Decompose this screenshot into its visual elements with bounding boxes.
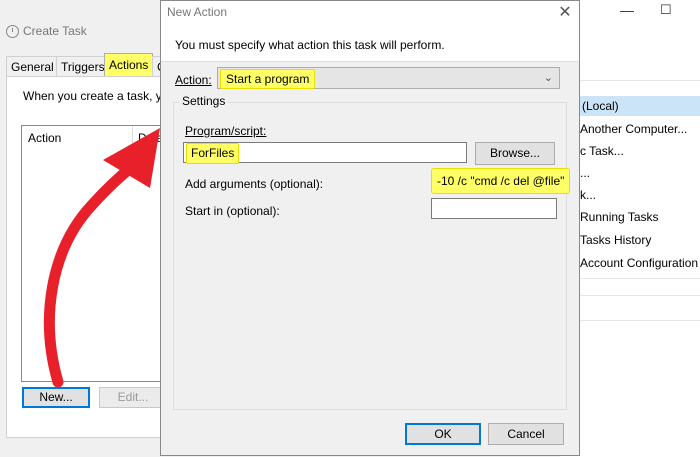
- tab-label: Triggers: [61, 60, 105, 74]
- start-in-label: Start in (optional):: [185, 204, 280, 218]
- actions-item-create-task[interactable]: ...: [580, 163, 590, 183]
- action-label: Action:: [175, 73, 212, 87]
- tab-triggers[interactable]: Triggers: [56, 56, 110, 77]
- task-scheduler-window: — ☐ (Local) Another Computer... c Task..…: [560, 0, 700, 457]
- action-label-text: Action:: [175, 73, 212, 87]
- new-action-dialog: New Action ✕ You must specify what actio…: [160, 0, 580, 456]
- program-script-input[interactable]: ForFiles: [183, 142, 467, 164]
- maximize-icon[interactable]: ☐: [660, 2, 672, 18]
- column-header-action[interactable]: Action: [28, 131, 61, 145]
- actions-description: When you create a task, you: [23, 89, 176, 103]
- action-select[interactable]: Start a program ⌄: [217, 67, 560, 89]
- actions-item-local[interactable]: (Local): [560, 96, 700, 116]
- tab-label: General: [11, 60, 54, 74]
- actions-table[interactable]: Action Deta: [21, 125, 183, 382]
- pane-divider: [580, 278, 700, 279]
- close-icon[interactable]: ✕: [558, 2, 572, 22]
- program-script-value: ForFiles: [186, 143, 240, 164]
- cancel-button[interactable]: Cancel: [488, 423, 564, 445]
- chevron-down-icon: ⌄: [543, 72, 553, 84]
- task-scheduler-titlebar: — ☐: [560, 0, 700, 28]
- actions-item-connect[interactable]: Another Computer...: [580, 119, 687, 139]
- dialog-title: New Action: [167, 5, 228, 19]
- minimize-icon[interactable]: —: [620, 2, 634, 18]
- tab-label: Actions: [109, 58, 149, 72]
- action-select-value: Start a program: [220, 69, 316, 89]
- program-script-label: Program/script:: [185, 124, 267, 138]
- create-task-window: Create Task General Triggers Actions C W…: [0, 0, 183, 456]
- tab-general[interactable]: General: [6, 56, 59, 77]
- actions-item-running-tasks[interactable]: Running Tasks: [580, 207, 659, 227]
- column-separator: [132, 126, 133, 148]
- arguments-input[interactable]: -10 /c "cmd /c del @file": [431, 168, 571, 194]
- actions-item-import-task[interactable]: k...: [580, 185, 596, 205]
- actions-item-create-basic-task[interactable]: c Task...: [580, 141, 624, 161]
- start-in-input[interactable]: [431, 198, 557, 219]
- browse-button[interactable]: Browse...: [475, 142, 555, 165]
- new-action-button[interactable]: New...: [22, 387, 90, 408]
- create-task-title: Create Task: [23, 24, 87, 38]
- arguments-value: -10 /c "cmd /c del @file": [431, 168, 571, 194]
- edit-action-button[interactable]: Edit...: [99, 387, 167, 408]
- dialog-titlebar: New Action ✕: [161, 1, 579, 27]
- ok-button[interactable]: OK: [405, 423, 481, 445]
- settings-title: Settings: [179, 94, 229, 108]
- dialog-message: You must specify what action this task w…: [175, 38, 445, 52]
- dialog-header: You must specify what action this task w…: [161, 27, 579, 62]
- tab-actions[interactable]: Actions: [104, 53, 154, 77]
- actions-tab-panel: When you create a task, you Action Deta …: [6, 76, 183, 438]
- clock-icon: [6, 25, 19, 38]
- actions-item-account-configuration[interactable]: Account Configuration: [580, 253, 698, 273]
- actions-item-tasks-history[interactable]: Tasks History: [580, 230, 651, 250]
- arguments-label: Add arguments (optional):: [185, 177, 324, 191]
- pane-divider: [580, 320, 700, 321]
- pane-divider: [580, 295, 700, 296]
